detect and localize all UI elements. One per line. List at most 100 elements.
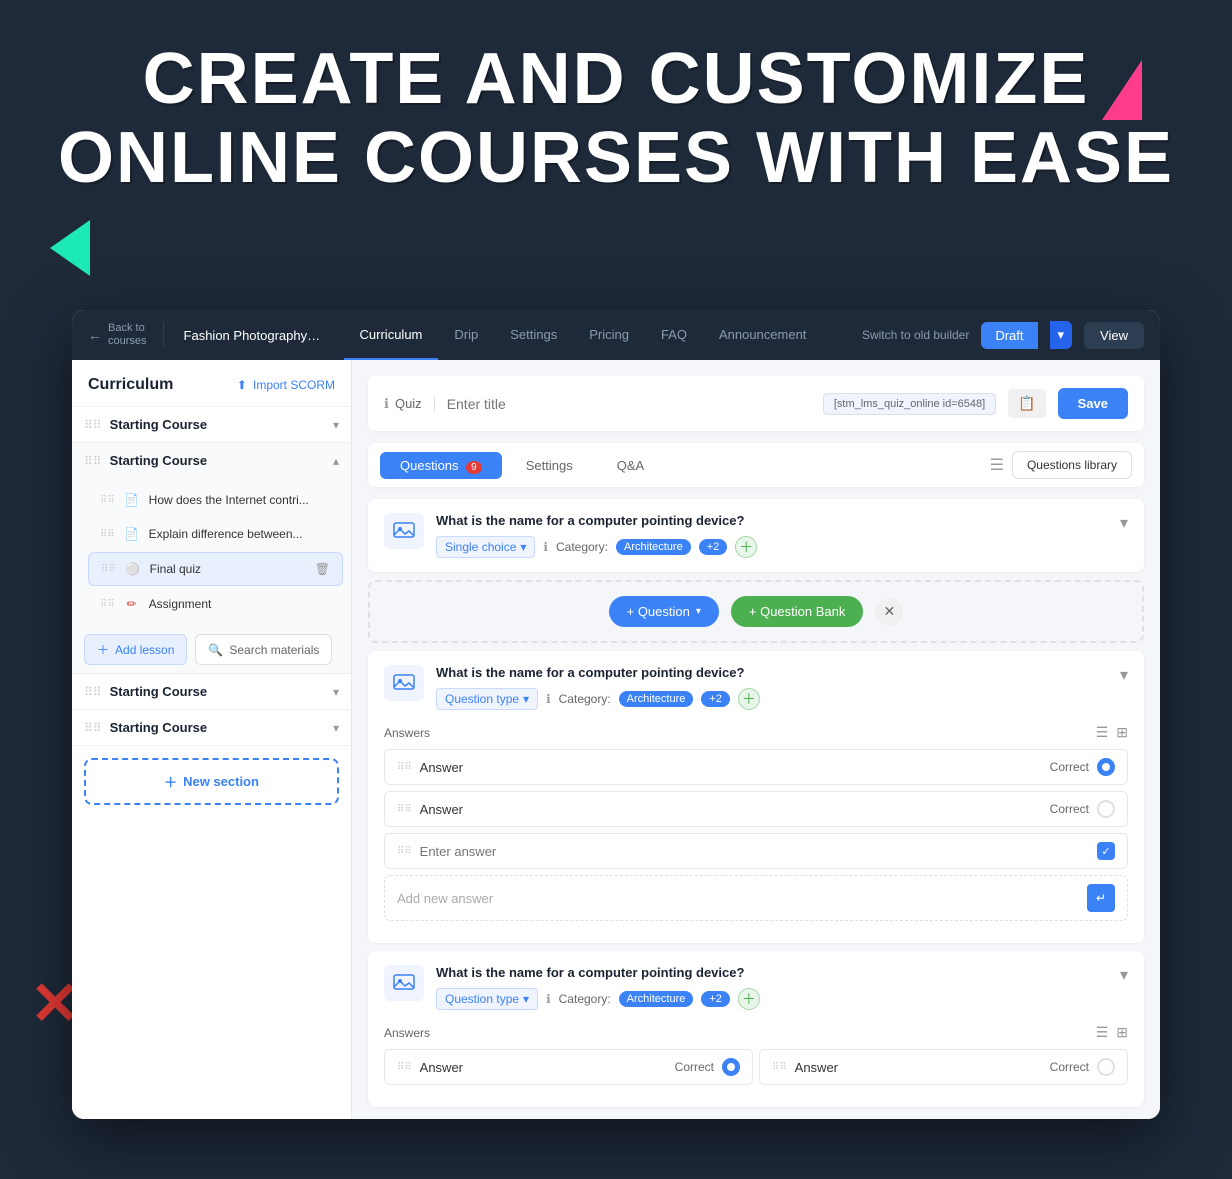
answer-drag-handle[interactable]: ⠿⠿: [772, 1062, 787, 1073]
question-3-count[interactable]: +2: [701, 991, 730, 1007]
question-2-header: What is the name for a computer pointing…: [368, 651, 1144, 724]
question-2-add-button[interactable]: ＋: [738, 688, 760, 710]
section-1-header[interactable]: ⠿⠿ Starting Course ▾: [72, 407, 351, 442]
back-to-courses-button[interactable]: ← Back to courses: [88, 322, 164, 348]
section-4-drag-handle[interactable]: ⠿⠿: [84, 721, 102, 735]
navigation-tabs: Curriculum Drip Settings Pricing FAQ Ann…: [344, 310, 862, 360]
add-answer-icon[interactable]: ↵: [1087, 884, 1115, 912]
tab-qa[interactable]: Q&A: [597, 452, 664, 479]
correct-label: Correct: [1050, 1060, 1089, 1074]
section-4-header[interactable]: ⠿⠿ Starting Course ▾: [72, 710, 351, 745]
question-1-add-button[interactable]: ＋: [735, 536, 757, 558]
tab-quiz-settings[interactable]: Settings: [506, 452, 593, 479]
grid-answer-text-1: Answer: [420, 1060, 667, 1075]
section-3-drag-handle[interactable]: ⠿⠿: [84, 685, 102, 699]
lesson-drag-handle[interactable]: ⠿⠿: [100, 529, 115, 540]
section-3-header[interactable]: ⠿⠿ Starting Course ▾: [72, 674, 351, 709]
question-1-type-select[interactable]: Single choice ▾: [436, 536, 535, 558]
chevron-down-icon: ▾: [523, 692, 529, 706]
view-button[interactable]: View: [1084, 322, 1144, 349]
add-question-area: + Question ▾ + Question Bank ✕: [368, 580, 1144, 643]
question-card-3: What is the name for a computer pointing…: [368, 951, 1144, 1107]
tab-announcement[interactable]: Announcement: [703, 310, 822, 360]
grid-answer-2-radio[interactable]: [1097, 1058, 1115, 1076]
question-2-collapse-icon[interactable]: ▾: [1120, 665, 1128, 685]
question-3-type-select[interactable]: Question type ▾: [436, 988, 538, 1010]
add-new-answer-row: Add new answer ↵: [384, 875, 1128, 921]
add-question-bank-button[interactable]: + Question Bank: [731, 596, 863, 627]
add-question-chevron-icon: ▾: [696, 606, 701, 617]
grid-answers-icon[interactable]: ⊞: [1116, 724, 1128, 741]
lesson-delete-icon[interactable]: 🗑: [315, 562, 330, 576]
answer-drag-handle[interactable]: ⠿⠿: [397, 804, 412, 815]
back-arrow-icon: ←: [88, 327, 102, 343]
tab-drip[interactable]: Drip: [438, 310, 494, 360]
add-question-button[interactable]: + Question ▾: [609, 596, 719, 627]
question-2-type-select[interactable]: Question type ▾: [436, 688, 538, 710]
question-2-content: What is the name for a computer pointing…: [436, 665, 1108, 710]
tab-questions[interactable]: Questions 9: [380, 452, 502, 479]
back-label: Back to courses: [108, 322, 147, 348]
quiz-icon: ⚪: [124, 560, 142, 578]
tab-curriculum[interactable]: Curriculum: [344, 310, 439, 360]
grid-answers-icon-3[interactable]: ⊞: [1116, 1024, 1128, 1041]
section-2: ⠿⠿ Starting Course ▴ ⠿⠿ 📄 How does the I…: [72, 443, 351, 674]
lesson-item[interactable]: ⠿⠿ 📄 Explain difference between...: [88, 518, 343, 550]
answers-header-2: Answers ☰ ⊞: [384, 724, 1128, 741]
list-answers-icon-3[interactable]: ☰: [1096, 1024, 1109, 1041]
question-3-info-icon[interactable]: ℹ: [546, 992, 551, 1006]
answer-1-radio[interactable]: [1097, 758, 1115, 776]
question-1-info-icon[interactable]: ℹ: [543, 540, 548, 554]
dismiss-add-area-button[interactable]: ✕: [875, 598, 903, 626]
answers-section-2: Answers ☰ ⊞ ⠿⠿ Answer Correct: [368, 724, 1144, 943]
question-1-category-value: Architecture: [616, 539, 691, 555]
section-1-drag-handle[interactable]: ⠿⠿: [84, 418, 102, 432]
answer-drag-handle[interactable]: ⠿⠿: [397, 1062, 412, 1073]
question-2-count[interactable]: +2: [701, 691, 730, 707]
sidebar-header: Curriculum ⬆ Import SCORM: [72, 360, 351, 407]
lesson-item[interactable]: ⠿⠿ 📄 How does the Internet contri...: [88, 484, 343, 516]
quiz-title-input[interactable]: [447, 396, 811, 412]
lesson-drag-handle[interactable]: ⠿⠿: [101, 564, 116, 575]
search-materials-button[interactable]: 🔍 Search materials: [195, 634, 332, 665]
draft-button[interactable]: Draft: [981, 322, 1037, 349]
question-2-info-icon[interactable]: ℹ: [546, 692, 551, 706]
section-2-chevron-icon: ▴: [333, 454, 339, 468]
switch-old-builder-link[interactable]: Switch to old builder: [862, 328, 969, 342]
tab-pricing[interactable]: Pricing: [573, 310, 645, 360]
enter-answer-checkbox[interactable]: ✓: [1097, 842, 1115, 860]
question-3-add-button[interactable]: ＋: [738, 988, 760, 1010]
answer-2-radio[interactable]: [1097, 800, 1115, 818]
enter-answer-input[interactable]: [420, 844, 1089, 859]
lesson-item-assignment[interactable]: ⠿⠿ ✏ Assignment: [88, 588, 343, 620]
section-2-header[interactable]: ⠿⠿ Starting Course ▴: [72, 443, 351, 478]
list-answers-icon[interactable]: ☰: [1096, 724, 1109, 741]
lesson-drag-handle[interactable]: ⠿⠿: [100, 495, 115, 506]
question-1-count[interactable]: +2: [699, 539, 728, 555]
answer-drag-handle[interactable]: ⠿⠿: [397, 762, 412, 773]
tab-settings[interactable]: Settings: [494, 310, 573, 360]
chevron-down-icon: ▾: [523, 992, 529, 1006]
grid-answer-1-radio[interactable]: [722, 1058, 740, 1076]
question-1-collapse-icon[interactable]: ▾: [1120, 513, 1128, 533]
section-2-drag-handle[interactable]: ⠿⠿: [84, 454, 102, 468]
list-view-icon[interactable]: ☰: [990, 455, 1004, 475]
questions-library-button[interactable]: Questions library: [1012, 451, 1132, 479]
draft-chevron-button[interactable]: ▾: [1050, 321, 1073, 349]
question-1-category: Category:: [556, 540, 608, 554]
add-lesson-button[interactable]: ＋ Add lesson: [84, 634, 187, 665]
question-3-collapse-icon[interactable]: ▾: [1120, 965, 1128, 985]
hero-title: CREATE AND CUSTOMIZE ONLINE COURSES WITH…: [0, 40, 1232, 198]
answer-drag-handle[interactable]: ⠿⠿: [397, 846, 412, 857]
new-section-button[interactable]: ＋ New section: [84, 758, 339, 805]
lesson-item-final-quiz[interactable]: ⠿⠿ ⚪ Final quiz 🗑: [88, 552, 343, 586]
quiz-tabs: Questions 9 Settings Q&A ☰ Questions lib…: [368, 443, 1144, 487]
save-button[interactable]: Save: [1058, 388, 1128, 419]
copy-shortcode-button[interactable]: 📋: [1008, 389, 1045, 418]
import-scorm-button[interactable]: ⬆ Import SCORM: [237, 378, 335, 392]
top-navigation: ← Back to courses Fashion Photography fr…: [72, 310, 1160, 360]
correct-label: Correct: [675, 1060, 714, 1074]
tab-faq[interactable]: FAQ: [645, 310, 703, 360]
lesson-drag-handle[interactable]: ⠿⠿: [100, 599, 115, 610]
answer-text-1: Answer: [420, 760, 1042, 775]
